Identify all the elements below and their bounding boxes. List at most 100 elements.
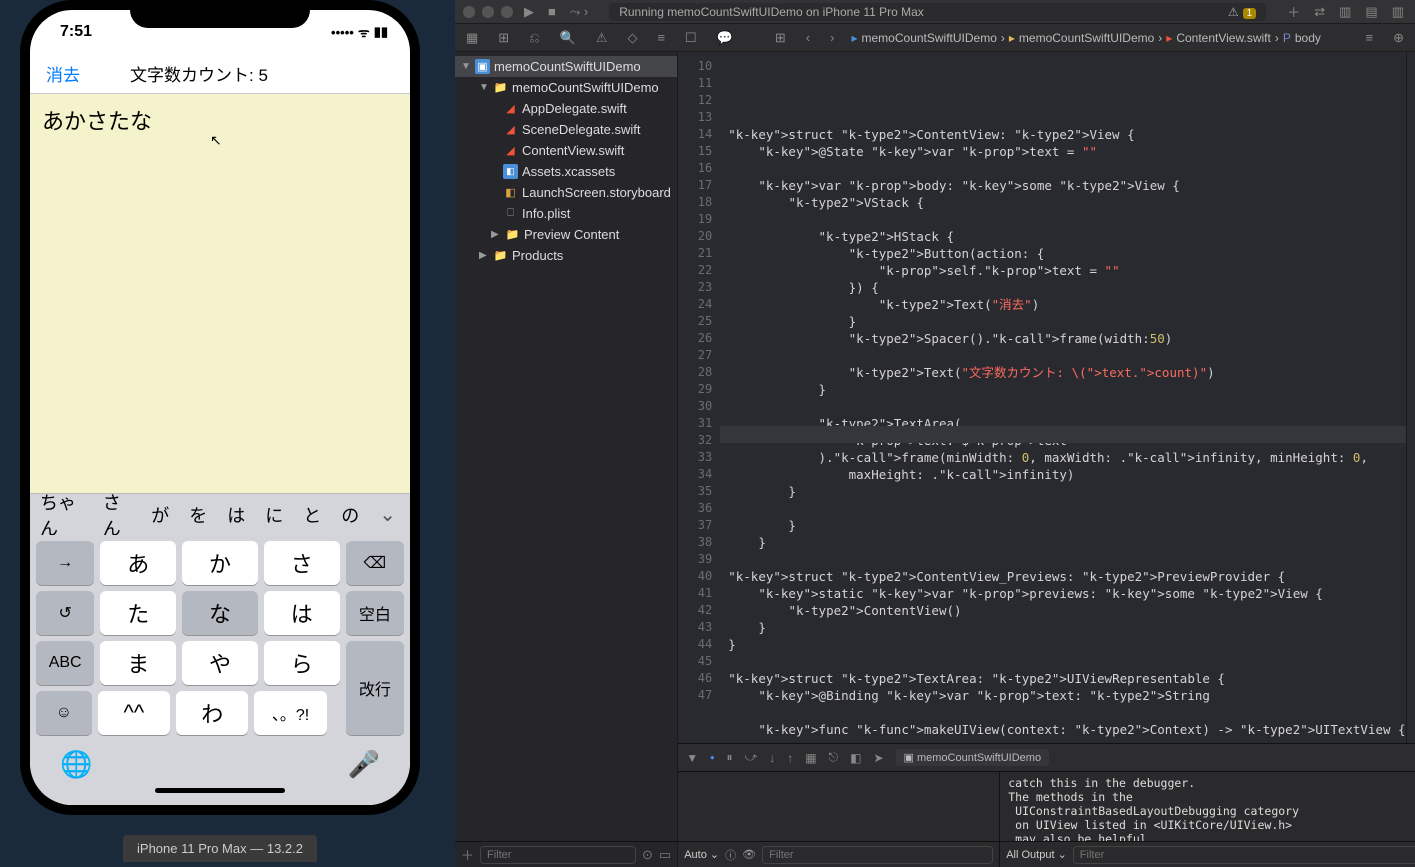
hide-debug-icon[interactable]: ▼	[686, 751, 698, 765]
key[interactable]: わ	[176, 691, 248, 735]
info-icon[interactable]: ⓘ	[725, 847, 736, 863]
console-output[interactable]: catch this in the debugger. The methods …	[1000, 772, 1415, 841]
key[interactable]: 、。?!	[254, 691, 326, 735]
debug-area: Auto ⌄ ⓘ 👁 catch this in the debugger. T…	[678, 771, 1415, 867]
add-editor-icon[interactable]: ⊕	[1390, 30, 1407, 46]
warnings-icon[interactable]: ⚠	[593, 30, 611, 46]
variables-filter-input[interactable]	[762, 846, 993, 864]
tree-group[interactable]: ▼ 📁memoCountSwiftUIDemo	[455, 77, 677, 98]
tree-file[interactable]: ◢ ContentView.swift	[455, 140, 677, 161]
clear-button[interactable]: 消去	[46, 61, 80, 86]
scm-icon[interactable]: ▭	[659, 847, 671, 863]
breakpoint-icon[interactable]: ⬩	[710, 750, 714, 765]
project-navigator[interactable]: ▼▣ memoCountSwiftUIDemo ▼ 📁memoCountSwif…	[455, 52, 678, 867]
key-undo[interactable]: ↺	[36, 591, 94, 635]
chevron-down-icon[interactable]: ⌄	[369, 502, 410, 527]
plus-icon[interactable]: ＋	[461, 845, 474, 864]
tree-file[interactable]: ◢ SceneDelegate.swift	[455, 119, 677, 140]
code-review-icon[interactable]: ⇄	[1311, 4, 1328, 20]
key[interactable]: ま	[100, 641, 176, 685]
key[interactable]: や	[182, 641, 258, 685]
nav-tab-icon[interactable]: ⊞	[495, 30, 512, 46]
debug-target[interactable]: ▣ memoCountSwiftUIDemo	[896, 749, 1050, 766]
step-over-icon[interactable]: ⤻	[744, 750, 757, 765]
tree-group[interactable]: ▶ 📁Preview Content	[455, 224, 677, 245]
location-icon[interactable]: ➤	[873, 751, 883, 765]
eye-icon[interactable]: 👁	[742, 848, 756, 861]
suggestion[interactable]: を	[179, 502, 217, 528]
key[interactable]: た	[100, 591, 176, 635]
suggestion[interactable]: と	[293, 502, 331, 528]
key-emoji[interactable]: ☺	[36, 691, 92, 735]
navigator-filter-input[interactable]	[480, 846, 636, 864]
breadcrumb[interactable]: ▸memoCountSwiftUIDemo › ▸memoCountSwiftU…	[851, 31, 1320, 45]
tree-file[interactable]: ⎕ Info.plist	[455, 203, 677, 224]
key[interactable]: か	[182, 541, 258, 585]
code-content[interactable]: "k-key">struct "k-type2">ContentView: "k…	[720, 52, 1405, 743]
suggestion[interactable]: は	[217, 502, 255, 528]
tree-file[interactable]: ◧ Assets.xcassets	[455, 161, 677, 182]
key[interactable]: ^^	[98, 691, 170, 735]
key[interactable]: は	[264, 591, 340, 635]
warning-badge[interactable]: 1	[1243, 8, 1257, 19]
minimap[interactable]	[1406, 52, 1415, 743]
tree-project-root[interactable]: ▼▣ memoCountSwiftUIDemo	[455, 56, 677, 77]
code-editor[interactable]: 10 11 12 13 14 15 16 17 18 19 20 21 22 2…	[678, 52, 1415, 743]
nav-tab-icon[interactable]: ▦	[463, 30, 481, 46]
tree-file[interactable]: ◧ LaunchScreen.storyboard	[455, 182, 677, 203]
key-return[interactable]: 改行	[346, 641, 404, 735]
suggestion[interactable]: の	[331, 502, 369, 528]
tree-group[interactable]: ▶ 📁Products	[455, 245, 677, 266]
memory-icon[interactable]: ⎋	[829, 750, 839, 765]
suggestion[interactable]: が	[141, 502, 179, 528]
key[interactable]: あ	[100, 541, 176, 585]
auto-selector[interactable]: Auto ⌄	[684, 848, 719, 861]
mic-icon[interactable]: 🎤	[348, 749, 380, 780]
jump-bar[interactable]: ▦ ⊞ ⎌ 🔍 ⚠ ◇ ≡ ☐ 💬 ⊞ ‹ › ▸memoCountSwiftU…	[455, 24, 1415, 52]
simulator-label: iPhone 11 Pro Max — 13.2.2	[123, 835, 317, 862]
view-debug-icon[interactable]: ▦	[805, 751, 816, 765]
output-selector[interactable]: All Output ⌄	[1006, 848, 1067, 861]
env-icon[interactable]: ◧	[850, 751, 861, 765]
recent-icon[interactable]: ⊙	[642, 847, 653, 863]
window-controls[interactable]	[463, 6, 513, 18]
home-indicator[interactable]	[155, 788, 285, 793]
keyboard-suggestions[interactable]: ちゃん さん が を は に と の ⌄	[30, 493, 410, 535]
back-icon[interactable]: ‹	[803, 30, 813, 45]
scheme-selector[interactable]: ⤳ ›	[567, 4, 591, 20]
key[interactable]: な	[182, 591, 258, 635]
key-next[interactable]: →	[36, 541, 94, 585]
key-space[interactable]: 空白	[346, 591, 404, 635]
search-icon[interactable]: 🔍	[557, 30, 579, 46]
panel-left-icon[interactable]: ▥	[1336, 4, 1354, 20]
nav-tab-icon[interactable]: 💬	[714, 30, 736, 46]
suggestion[interactable]: さん	[93, 489, 142, 541]
text-area[interactable]: あかさたな	[30, 94, 410, 493]
forward-icon[interactable]: ›	[827, 30, 837, 45]
key[interactable]: さ	[264, 541, 340, 585]
key[interactable]: ら	[264, 641, 340, 685]
globe-icon[interactable]: 🌐	[60, 749, 92, 780]
key-abc[interactable]: ABC	[36, 641, 94, 685]
step-out-icon[interactable]: ↑	[787, 751, 793, 765]
run-button[interactable]: ▶	[521, 4, 537, 20]
pause-icon[interactable]: ⏸	[726, 750, 732, 765]
console-filter-input[interactable]	[1073, 846, 1415, 864]
nav-tab-icon[interactable]: ◇	[624, 30, 640, 46]
stop-button[interactable]: ■	[545, 4, 559, 19]
step-in-icon[interactable]: ↓	[769, 751, 775, 765]
nav-tab-icon[interactable]: ☐	[682, 30, 700, 46]
nav-tab-icon[interactable]: ≡	[654, 30, 668, 45]
panel-right-icon[interactable]: ▥	[1389, 4, 1407, 20]
tree-file[interactable]: ◢ AppDelegate.swift	[455, 98, 677, 119]
suggestion[interactable]: に	[255, 502, 293, 528]
text-content: あかさたな	[42, 109, 152, 134]
panel-bottom-icon[interactable]: ▤	[1362, 4, 1380, 20]
related-items-icon[interactable]: ⊞	[772, 30, 789, 46]
key-delete[interactable]: ⌫	[346, 541, 404, 585]
suggestion[interactable]: ちゃん	[30, 489, 93, 541]
editor-options-icon[interactable]: ≡	[1363, 30, 1377, 45]
plus-icon[interactable]: ＋	[1284, 2, 1303, 21]
keyboard[interactable]: → あ か さ ⌫ ↺ た な は 空白 ABC ま や ら	[30, 535, 410, 805]
nav-tab-icon[interactable]: ⎌	[526, 30, 542, 46]
